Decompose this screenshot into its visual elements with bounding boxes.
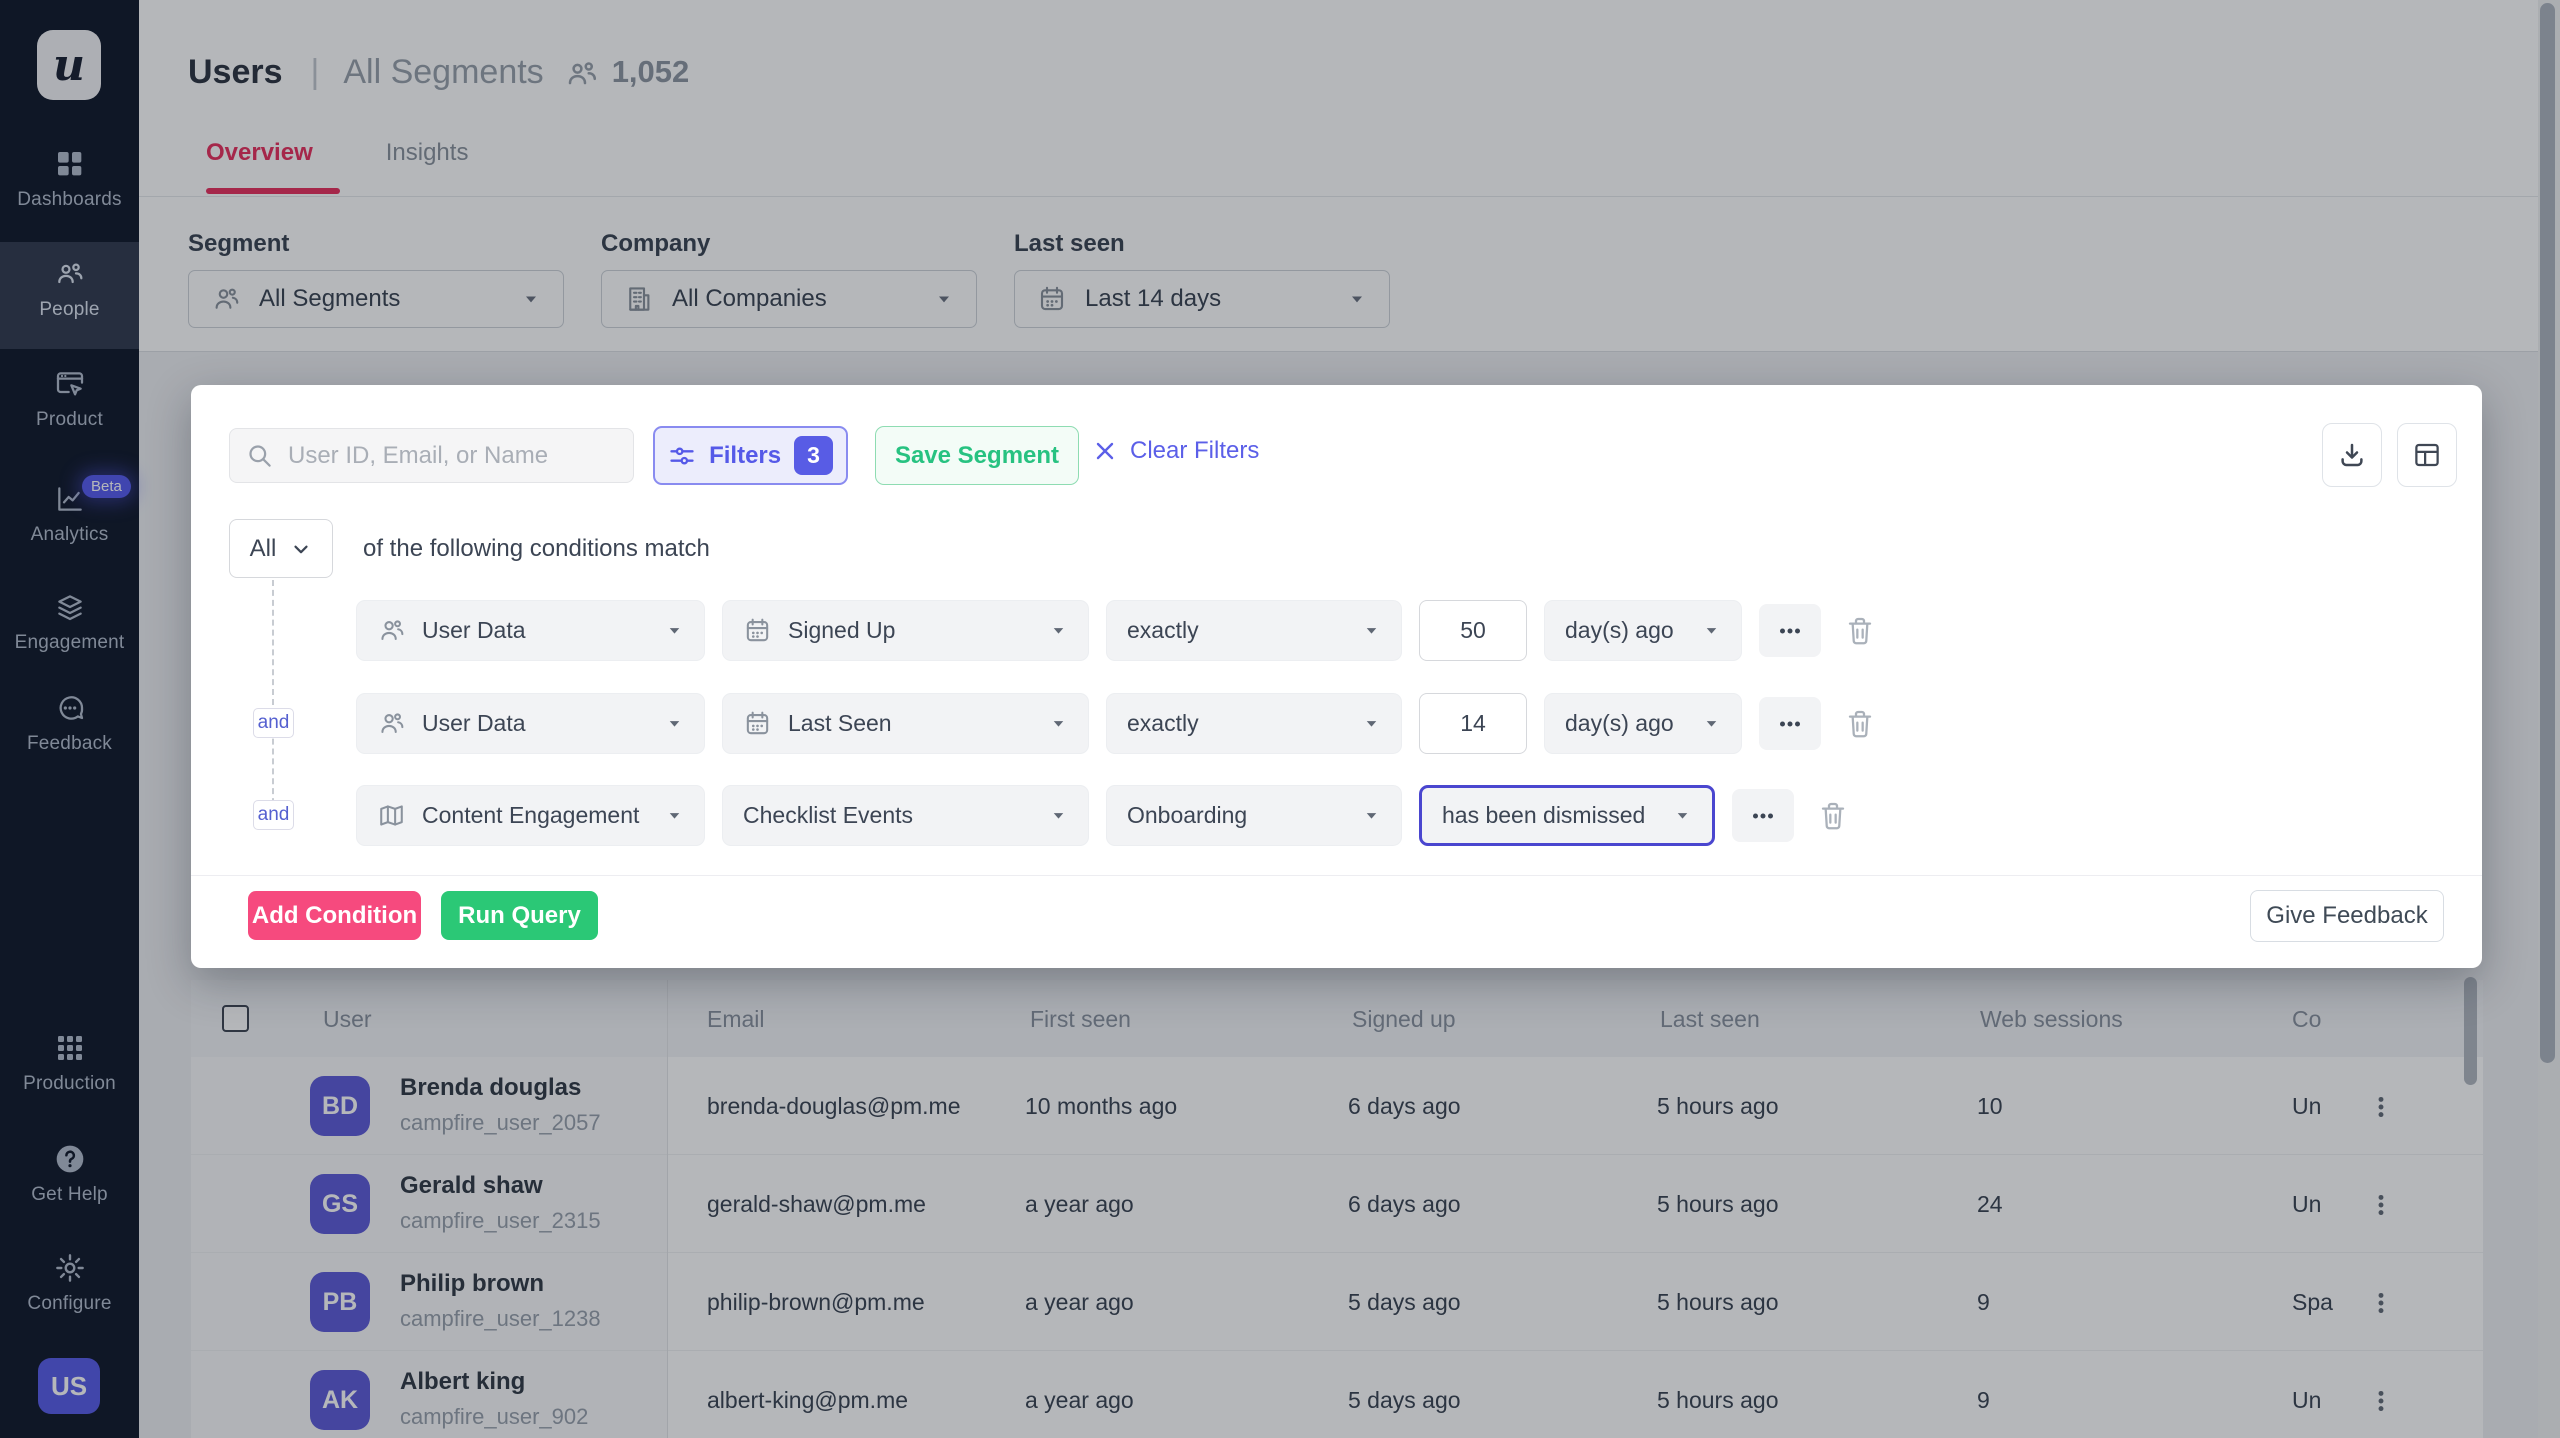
columns-icon xyxy=(2412,440,2442,470)
match-description: of the following conditions match xyxy=(363,535,710,563)
calendar-icon xyxy=(743,616,772,645)
give-feedback-button[interactable]: Give Feedback xyxy=(2250,890,2444,942)
condition-value: day(s) ago xyxy=(1565,617,1690,644)
condition-operator-dropdown[interactable]: Onboarding xyxy=(1106,785,1402,846)
condition-unit-dropdown[interactable]: day(s) ago xyxy=(1544,693,1742,754)
dropdown-triangle-icon xyxy=(1362,621,1381,640)
filters-count-badge: 3 xyxy=(794,436,833,475)
filter-panel: Filters 3 Save Segment Clear Filters All… xyxy=(191,385,2482,968)
dropdown-triangle-icon xyxy=(1702,621,1721,640)
condition-source-dropdown[interactable]: Content Engagement xyxy=(356,785,705,846)
map-icon xyxy=(377,801,406,830)
condition-unit-dropdown[interactable]: day(s) ago xyxy=(1544,600,1742,661)
ellipsis-icon xyxy=(1748,801,1778,831)
clear-filters-label: Clear Filters xyxy=(1130,437,1259,465)
match-type-value: All xyxy=(250,535,277,563)
conjunction-label: and xyxy=(258,712,290,734)
dropdown-triangle-icon xyxy=(665,621,684,640)
ellipsis-icon xyxy=(1775,616,1805,646)
condition-value: User Data xyxy=(422,617,653,644)
trash-icon xyxy=(1817,800,1849,832)
condition-more-button[interactable] xyxy=(1759,697,1821,750)
search-icon xyxy=(246,442,273,469)
app-root: u Dashboards People Product Beta Analyti… xyxy=(0,0,2560,1438)
add-condition-button[interactable]: Add Condition xyxy=(248,891,421,940)
condition-row: User Data Last Seen exactly day(s) ago xyxy=(356,693,1876,754)
run-query-button[interactable]: Run Query xyxy=(441,891,598,940)
condition-source-dropdown[interactable]: User Data xyxy=(356,693,705,754)
delete-condition-button[interactable] xyxy=(1817,800,1849,832)
filters-button-label: Filters xyxy=(709,442,781,470)
download-icon xyxy=(2337,440,2367,470)
trash-icon xyxy=(1844,615,1876,647)
dropdown-triangle-icon xyxy=(1702,714,1721,733)
dropdown-triangle-icon xyxy=(1673,806,1692,825)
condition-value: has been dismissed xyxy=(1442,802,1661,829)
condition-connector-line xyxy=(272,580,274,814)
condition-value: Last Seen xyxy=(788,710,1037,737)
condition-more-button[interactable] xyxy=(1759,604,1821,657)
conjunction-badge[interactable]: and xyxy=(253,800,294,830)
chevron-down-icon xyxy=(290,538,312,560)
ellipsis-icon xyxy=(1775,709,1805,739)
save-segment-button[interactable]: Save Segment xyxy=(875,426,1079,485)
panel-divider xyxy=(191,875,2482,876)
condition-more-button[interactable] xyxy=(1732,789,1794,842)
save-segment-label: Save Segment xyxy=(895,442,1059,470)
filters-button[interactable]: Filters 3 xyxy=(653,426,848,485)
user-data-icon xyxy=(377,709,406,738)
condition-number-input[interactable] xyxy=(1419,600,1527,661)
condition-number-input[interactable] xyxy=(1419,693,1527,754)
dropdown-triangle-icon xyxy=(1049,714,1068,733)
condition-value: Signed Up xyxy=(788,617,1037,644)
dropdown-triangle-icon xyxy=(665,806,684,825)
condition-row: User Data Signed Up exactly day(s) ago xyxy=(356,600,1876,661)
search-input[interactable] xyxy=(288,442,608,470)
dropdown-triangle-icon xyxy=(1362,714,1381,733)
close-icon xyxy=(1093,439,1117,463)
manage-columns-button[interactable] xyxy=(2397,423,2457,487)
condition-row: Content Engagement Checklist Events Onbo… xyxy=(356,785,1849,846)
delete-condition-button[interactable] xyxy=(1844,615,1876,647)
export-button[interactable] xyxy=(2322,423,2382,487)
condition-value: Checklist Events xyxy=(743,802,1037,829)
condition-value: Onboarding xyxy=(1127,802,1350,829)
condition-operator-dropdown[interactable]: exactly xyxy=(1106,693,1402,754)
dropdown-triangle-icon xyxy=(1049,806,1068,825)
calendar-icon xyxy=(743,709,772,738)
condition-property-dropdown[interactable]: Checklist Events xyxy=(722,785,1089,846)
condition-value: User Data xyxy=(422,710,653,737)
sliders-icon xyxy=(668,442,696,470)
condition-state-dropdown[interactable]: has been dismissed xyxy=(1419,785,1715,846)
user-search[interactable] xyxy=(229,428,634,483)
dropdown-triangle-icon xyxy=(1049,621,1068,640)
conjunction-label: and xyxy=(258,804,290,826)
condition-value: exactly xyxy=(1127,617,1350,644)
conjunction-badge[interactable]: and xyxy=(253,708,294,738)
clear-filters-button[interactable]: Clear Filters xyxy=(1093,437,1259,465)
condition-value: day(s) ago xyxy=(1565,710,1690,737)
condition-value: Content Engagement xyxy=(422,802,653,829)
user-data-icon xyxy=(377,616,406,645)
condition-source-dropdown[interactable]: User Data xyxy=(356,600,705,661)
dropdown-triangle-icon xyxy=(1362,806,1381,825)
dropdown-triangle-icon xyxy=(665,714,684,733)
trash-icon xyxy=(1844,708,1876,740)
condition-property-dropdown[interactable]: Last Seen xyxy=(722,693,1089,754)
delete-condition-button[interactable] xyxy=(1844,708,1876,740)
condition-operator-dropdown[interactable]: exactly xyxy=(1106,600,1402,661)
condition-property-dropdown[interactable]: Signed Up xyxy=(722,600,1089,661)
match-type-dropdown[interactable]: All xyxy=(229,519,333,578)
condition-value: exactly xyxy=(1127,710,1350,737)
